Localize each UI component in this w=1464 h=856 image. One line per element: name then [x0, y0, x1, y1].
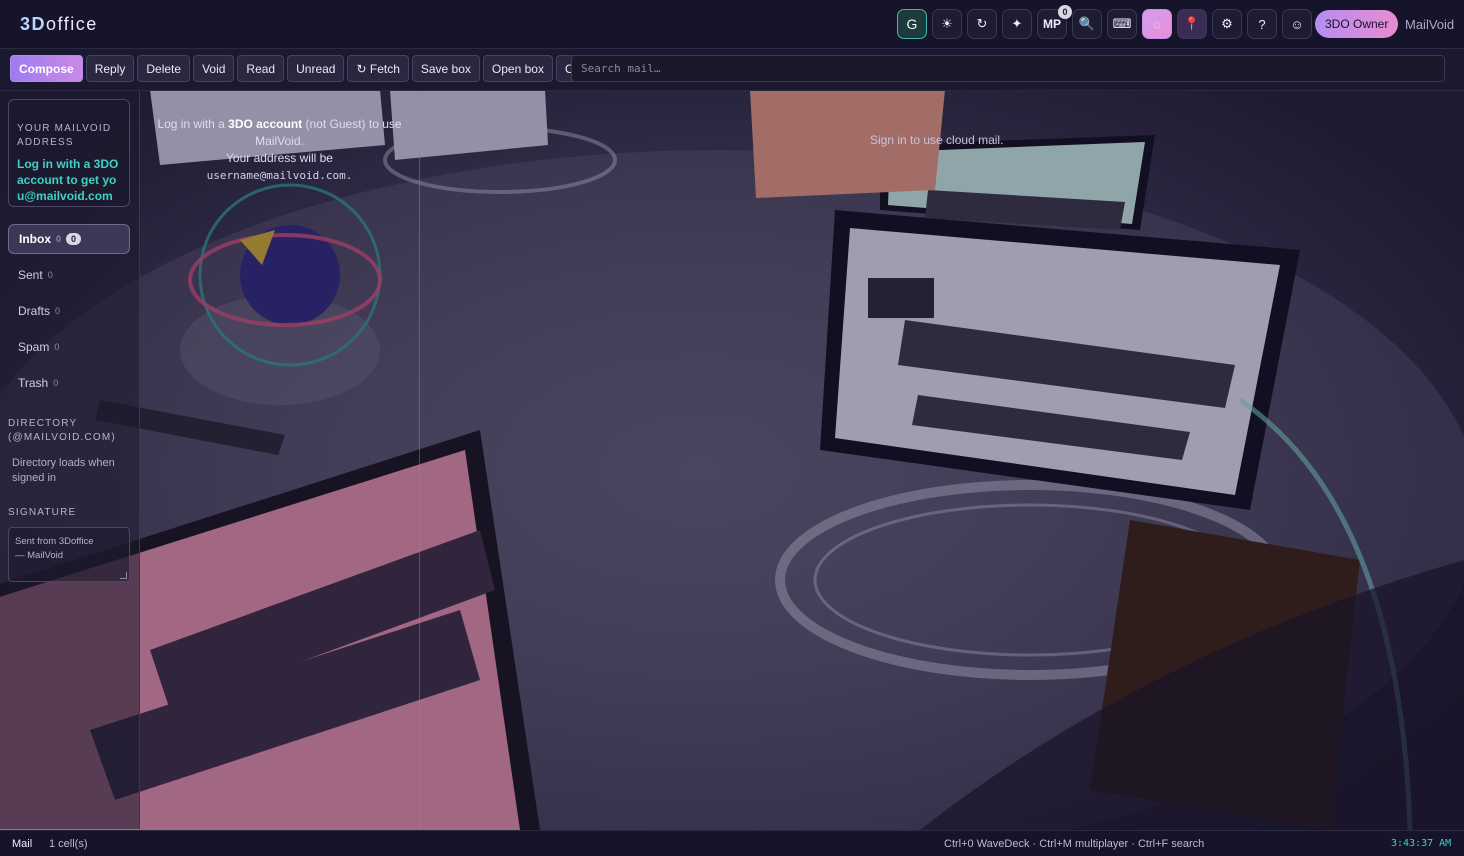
mail-sidebar: YOUR MAILVOID ADDRESS Log in with a 3DO … [0, 91, 140, 829]
help-icon[interactable]: ? [1247, 9, 1277, 39]
folder-label: Sent [18, 268, 43, 282]
status-cell-count: 1 cell(s) [49, 838, 88, 850]
topbar-icon-group: G ☀ ↻ ✦ MP 0 🔍 ⌨ ◌ 📍 ⚙ ? ☺ [897, 5, 1312, 39]
mail-toolbar: Compose Reply Delete Void Read Unread ↻ … [0, 49, 1464, 91]
delete-button[interactable]: Delete [137, 55, 191, 82]
open-box-button[interactable]: Open box [482, 55, 553, 82]
address-login-message[interactable]: Log in with a 3DO account to get you@mai… [17, 156, 121, 204]
folder-count: 0 [47, 270, 53, 280]
folder-drafts[interactable]: Drafts 0 [8, 296, 130, 326]
multiplayer-count-badge: 0 [1058, 5, 1072, 19]
folder-count: 0 [54, 342, 60, 352]
void-button[interactable]: Void [193, 55, 235, 82]
compose-button[interactable]: Compose [10, 55, 83, 82]
status-bar: Mail 1 cell(s) Ctrl+0 WaveDeck · Ctrl+M … [0, 830, 1464, 856]
example-address: username@mailvoid.com. [206, 169, 353, 182]
app-logo[interactable]: 3Doffice [20, 14, 98, 35]
message-list: Log in with a 3DO account (not Guest) to… [140, 91, 420, 829]
multiplayer-icon[interactable]: MP 0 [1037, 5, 1072, 39]
top-bar: 3Doffice G ☀ ↻ ✦ MP 0 🔍 ⌨ ◌ 📍 ⚙ ? ☺ 3DO O… [0, 0, 1464, 49]
fetch-button[interactable]: ↻ Fetch [347, 55, 409, 82]
folder-spam[interactable]: Spam 0 [8, 332, 130, 362]
folder-count: 0 [55, 306, 61, 316]
folder-sent[interactable]: Sent 0 [8, 260, 130, 290]
pin-icon[interactable]: 📍 [1177, 9, 1207, 39]
status-clock: 3:43:37 AM [1391, 838, 1452, 849]
refresh-icon[interactable]: ↻ [967, 9, 997, 39]
status-shortcut-hints: Ctrl+0 WaveDeck · Ctrl+M multiplayer · C… [944, 838, 1205, 850]
avatar-icon[interactable]: ☺ [1282, 9, 1312, 39]
account-owner-button[interactable]: 3DO Owner [1315, 10, 1399, 38]
search-input[interactable]: Search mail… [571, 55, 1445, 82]
mark-read-button[interactable]: Read [237, 55, 285, 82]
reply-button[interactable]: Reply [85, 55, 135, 82]
current-app-name: MailVoid [1405, 17, 1455, 32]
address-card: YOUR MAILVOID ADDRESS Log in with a 3DO … [8, 99, 130, 207]
folder-trash[interactable]: Trash 0 [8, 368, 130, 398]
reading-pane-message: Sign in to use cloud mail. [870, 133, 1004, 147]
address-title: YOUR MAILVOID ADDRESS [17, 123, 112, 148]
folder-label: Spam [18, 340, 50, 354]
signature-title: SIGNATURE [8, 507, 77, 518]
status-mode: Mail [12, 838, 33, 850]
folder-count: 0 [53, 378, 59, 388]
directory-note: Directory loads when signed in [12, 457, 115, 484]
brightness-icon[interactable]: ☀ [932, 9, 962, 39]
folder-inbox[interactable]: Inbox 0 0 [8, 224, 130, 254]
folder-label: Drafts [18, 304, 51, 318]
folder-label: Inbox [19, 232, 51, 246]
gear-icon[interactable]: ⚙ [1212, 9, 1242, 39]
directory-title: DIRECTORY (@MAILVOID.COM) [8, 418, 116, 443]
search-icon[interactable]: 🔍 [1072, 9, 1102, 39]
g-icon[interactable]: G [897, 9, 927, 39]
save-box-button[interactable]: Save box [411, 55, 480, 82]
resize-grip-icon[interactable] [120, 572, 127, 579]
shield-icon[interactable]: ◌ [1142, 9, 1172, 39]
mark-unread-button[interactable]: Unread [287, 55, 345, 82]
unread-badge: 0 [66, 233, 82, 245]
sparkle-icon[interactable]: ✦ [1002, 9, 1032, 39]
folder-label: Trash [18, 376, 49, 390]
folder-count: 0 [56, 234, 62, 244]
keyboard-icon[interactable]: ⌨ [1107, 9, 1137, 39]
login-required-message: Log in with a 3DO account (not Guest) to… [157, 117, 402, 182]
signature-textarea[interactable]: Sent from 3Doffice — MailVoid [8, 527, 130, 582]
